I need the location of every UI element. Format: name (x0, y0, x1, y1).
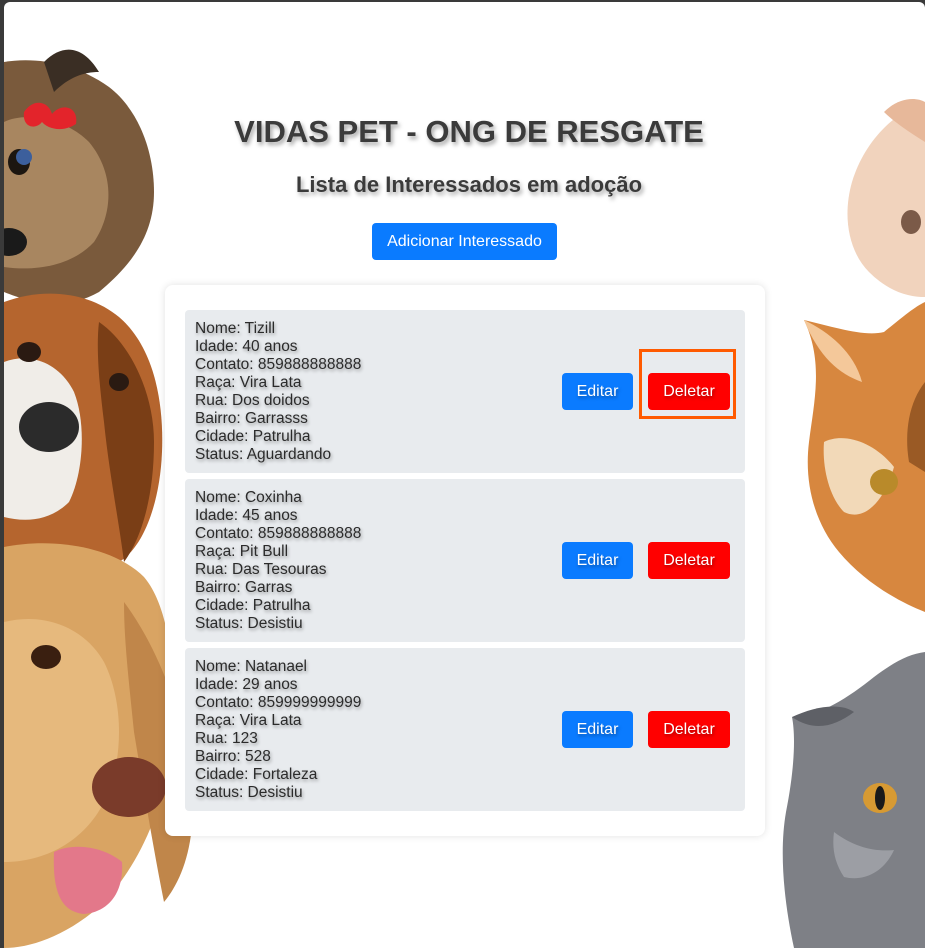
interested-card: Nome: Tizill Idade: 40 anos Contato: 859… (185, 310, 745, 473)
contact-field: Contato: 859888888888 (195, 525, 362, 542)
page: VIDAS PET - ONG DE RESGATE Lista de Inte… (4, 2, 925, 948)
district-field: Bairro: Garras (195, 579, 293, 596)
contact-field: Contato: 859999999999 (195, 694, 362, 711)
page-title: VIDAS PET - ONG DE RESGATE (234, 114, 704, 149)
interested-details: Nome: Natanael Idade: 29 anos Contato: 8… (195, 658, 361, 802)
contact-field: Contato: 859888888888 (195, 356, 362, 373)
age-field: Idade: 40 anos (195, 338, 298, 355)
interested-details: Nome: Coxinha Idade: 45 anos Contato: 85… (195, 489, 361, 633)
street-field: Rua: Dos doidos (195, 392, 310, 409)
breed-field: Raça: Vira Lata (195, 712, 302, 729)
street-field: Rua: Das Tesouras (195, 561, 327, 578)
delete-button[interactable]: Deletar (648, 542, 730, 579)
age-field: Idade: 29 anos (195, 676, 298, 693)
status-field: Status: Desistiu (195, 615, 303, 632)
interested-card: Nome: Coxinha Idade: 45 anos Contato: 85… (185, 479, 745, 642)
name-field: Nome: Coxinha (195, 489, 302, 506)
orange-cat-illustration (804, 302, 925, 612)
city-field: Cidade: Patrulha (195, 597, 311, 614)
edit-button[interactable]: Editar (562, 373, 633, 410)
breed-field: Raça: Pit Bull (195, 543, 289, 560)
street-field: Rua: 123 (195, 730, 258, 747)
interested-list-panel: Nome: Tizill Idade: 40 anos Contato: 859… (165, 285, 765, 836)
district-field: Bairro: Garrasss (195, 410, 308, 427)
edit-button[interactable]: Editar (562, 711, 633, 748)
delete-button[interactable]: Deletar (648, 373, 730, 410)
age-field: Idade: 45 anos (195, 507, 298, 524)
city-field: Cidade: Patrulha (195, 428, 311, 445)
name-field: Nome: Natanael (195, 658, 308, 675)
status-field: Status: Desistiu (195, 784, 303, 801)
basset-hound-illustration (4, 293, 163, 572)
delete-button[interactable]: Deletar (648, 711, 730, 748)
district-field: Bairro: 528 (195, 748, 271, 765)
breed-field: Raça: Vira Lata (195, 374, 302, 391)
status-field: Status: Aguardando (195, 446, 332, 463)
city-field: Cidade: Fortaleza (195, 766, 318, 783)
gray-cat-illustration (782, 652, 925, 948)
add-interested-button[interactable]: Adicionar Interessado (372, 223, 557, 260)
name-field: Nome: Tizill (195, 320, 276, 337)
interested-details: Nome: Tizill Idade: 40 anos Contato: 859… (195, 320, 361, 464)
edit-button[interactable]: Editar (562, 542, 633, 579)
interested-card: Nome: Natanael Idade: 29 anos Contato: 8… (185, 648, 745, 811)
page-subtitle: Lista de Interessados em adoção (295, 172, 643, 197)
